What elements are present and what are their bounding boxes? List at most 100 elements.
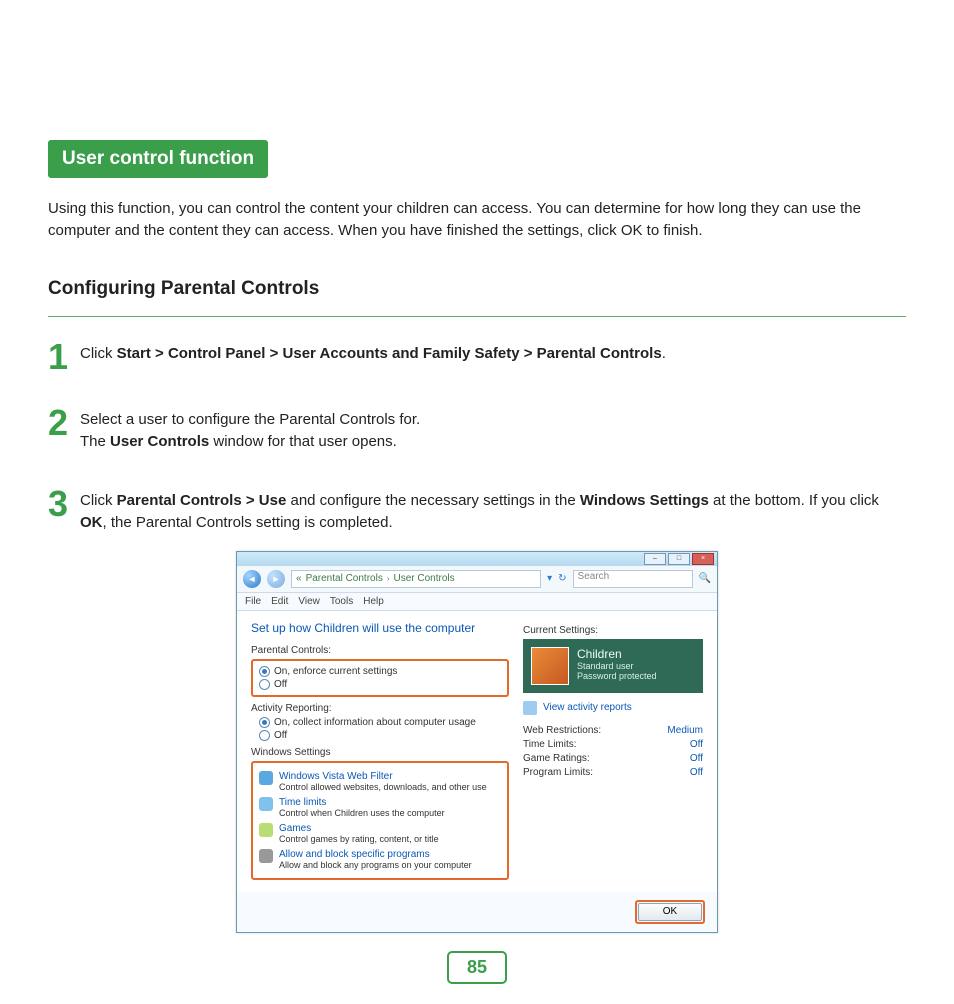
step-text: Click Parental Controls > Use and config… [80, 488, 906, 535]
search-input[interactable]: Search [573, 570, 693, 588]
ok-button[interactable]: OK [638, 903, 702, 921]
refresh-icon[interactable]: ↻ [558, 573, 566, 584]
ws-desc: Control games by rating, content, or tit… [279, 834, 439, 844]
setting-web-restrictions: Web Restrictions: Medium [523, 725, 703, 736]
text-fragment: The [80, 433, 110, 450]
menu-item-file[interactable]: File [245, 596, 261, 607]
text-line: Select a user to configure the Parental … [80, 409, 420, 432]
ws-link: Time limits [279, 797, 445, 808]
menu-bar: File Edit View Tools Help [237, 593, 717, 611]
games-icon [259, 823, 273, 837]
ws-time-limits[interactable]: Time limitsControl when Children uses th… [259, 797, 501, 818]
text-fragment: . [662, 345, 666, 362]
ws-games[interactable]: GamesControl games by rating, content, o… [259, 823, 501, 844]
bold-path: Start > Control Panel > User Accounts an… [117, 345, 662, 362]
menu-item-edit[interactable]: Edit [271, 596, 288, 607]
programs-icon [259, 849, 273, 863]
breadcrumb[interactable]: « Parental Controls › User Controls [291, 570, 541, 588]
ws-web-filter[interactable]: Windows Vista Web FilterControl allowed … [259, 771, 501, 792]
globe-icon [259, 771, 273, 785]
user-card: Children Standard user Password protecte… [523, 639, 703, 693]
bold-fragment: Windows Settings [580, 492, 709, 509]
section-title: User control function [48, 140, 268, 178]
user-name: Children [577, 647, 657, 661]
step-3: 3 Click Parental Controls > Use and conf… [48, 488, 906, 535]
step-number: 3 [48, 488, 70, 520]
menu-item-help[interactable]: Help [363, 596, 384, 607]
menu-item-tools[interactable]: Tools [330, 596, 353, 607]
group-label: Parental Controls: [251, 645, 509, 656]
radio-on-enforce[interactable]: On, enforce current settings [259, 666, 501, 677]
window-body: Set up how Children will use the compute… [237, 611, 717, 892]
ws-programs[interactable]: Allow and block specific programsAllow a… [259, 849, 501, 870]
minimize-button[interactable]: – [644, 553, 666, 565]
user-password: Password protected [577, 671, 657, 681]
screenshot-container: – □ × ◄ ► « Parental Controls › User Con… [48, 551, 906, 933]
chevron-right-icon: › [387, 574, 390, 583]
nav-bar: ◄ ► « Parental Controls › User Controls … [237, 566, 717, 593]
group-label: Windows Settings [251, 747, 509, 758]
radio-activity-off[interactable]: Off [251, 730, 509, 741]
setting-game-ratings: Game Ratings: Off [523, 753, 703, 764]
setting-key: Time Limits: [523, 739, 577, 750]
text-fragment: , the Parental Controls setting is compl… [103, 514, 393, 531]
step-1: 1 Click Start > Control Panel > User Acc… [48, 341, 906, 373]
window: – □ × ◄ ► « Parental Controls › User Con… [236, 551, 718, 933]
ws-link: Games [279, 823, 439, 834]
ws-desc: Allow and block any programs on your com… [279, 860, 472, 870]
right-column: Current Settings: Children Standard user… [523, 621, 703, 880]
setting-key: Game Ratings: [523, 753, 590, 764]
step-text: Select a user to configure the Parental … [80, 407, 420, 454]
menu-item-view[interactable]: View [298, 596, 320, 607]
avatar [531, 647, 569, 685]
ws-link: Windows Vista Web Filter [279, 771, 487, 782]
forward-button[interactable]: ► [267, 570, 285, 588]
breadcrumb-segment: User Controls [394, 573, 455, 584]
step-number: 1 [48, 341, 70, 373]
text-fragment: window for that user opens. [209, 433, 397, 450]
step-text: Click Start > Control Panel > User Accou… [80, 341, 666, 366]
step-number: 2 [48, 407, 70, 439]
radio-activity-on[interactable]: On, collect information about computer u… [251, 717, 509, 728]
bold-fragment: Parental Controls > Use [117, 492, 287, 509]
text-fragment: Click [80, 345, 117, 362]
refresh-icon[interactable]: ▾ [547, 573, 552, 584]
page-number-container: 85 [48, 951, 906, 984]
highlight-parental-controls: On, enforce current settings Off [251, 659, 509, 697]
highlight-windows-settings: Windows Vista Web FilterControl allowed … [251, 761, 509, 880]
radio-icon [259, 666, 270, 677]
setting-program-limits: Program Limits:Off [523, 767, 703, 778]
setting-value: Off [690, 753, 703, 764]
intro-paragraph: Using this function, you can control the… [48, 198, 906, 242]
left-column: Set up how Children will use the compute… [251, 621, 509, 880]
radio-label: Off [274, 730, 287, 741]
radio-label: On, collect information about computer u… [274, 717, 476, 728]
setting-value: Medium [667, 725, 703, 736]
ws-desc: Control when Children uses the computer [279, 808, 445, 818]
link-label: View activity reports [543, 702, 632, 713]
breadcrumb-segment: Parental Controls [306, 573, 383, 584]
close-button[interactable]: × [692, 553, 714, 565]
radio-label: Off [274, 679, 287, 690]
back-button[interactable]: ◄ [243, 570, 261, 588]
breadcrumb-prefix: « [296, 573, 302, 584]
divider-line [48, 316, 906, 317]
view-activity-reports-link[interactable]: View activity reports [523, 701, 703, 715]
sub-heading: Configuring Parental Controls [48, 278, 906, 300]
panel-heading: Set up how Children will use the compute… [251, 621, 509, 635]
text-line: The User Controls window for that user o… [80, 431, 420, 454]
window-footer: OK [237, 892, 717, 932]
radio-icon [259, 679, 270, 690]
clock-icon [259, 797, 273, 811]
manual-page: User control function Using this functio… [0, 0, 954, 1004]
search-icon[interactable]: 🔍 [699, 573, 711, 584]
maximize-button[interactable]: □ [668, 553, 690, 565]
page-number: 85 [447, 951, 507, 984]
setting-key: Program Limits: [523, 767, 593, 778]
setting-value: Off [690, 739, 703, 750]
radio-label: On, enforce current settings [274, 666, 397, 677]
radio-off[interactable]: Off [259, 679, 501, 690]
text-fragment: and configure the necessary settings in … [286, 492, 580, 509]
window-titlebar: – □ × [237, 552, 717, 566]
setting-key: Web Restrictions: [523, 725, 601, 736]
